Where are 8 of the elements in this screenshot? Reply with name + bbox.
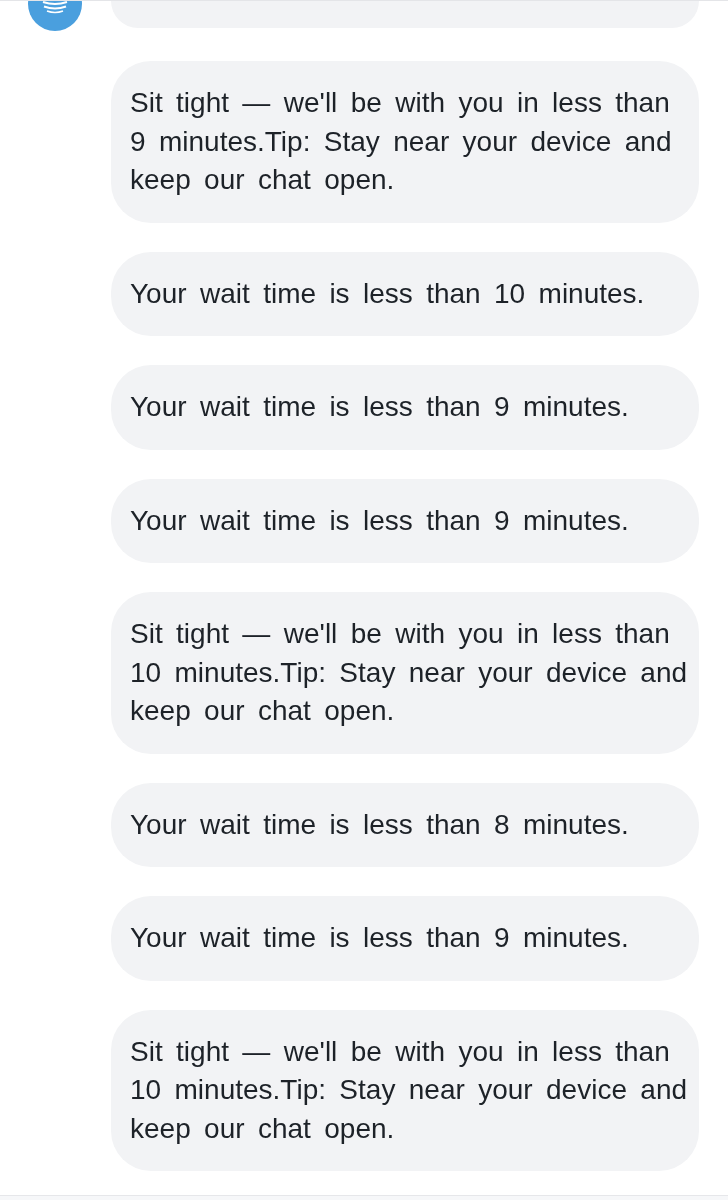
message-text: Sit tight — we'll be with you in less than 10 minutes.Tip: Stay near your device and keep our chat open. <box>130 1034 689 1146</box>
message-text: Your wait time is less than 10 minutes. <box>130 276 646 311</box>
message-text: Sit tight — we'll be with you in less than 10 minutes.Tip: Stay near your device and keep our chat open. <box>130 617 689 728</box>
message-text: Your wait time is less than 8 minutes. <box>130 807 630 842</box>
message-text: Your wait time is less than 9 minutes. <box>130 921 630 955</box>
message-text: Your wait time is less than 9 minutes. <box>130 390 630 424</box>
message-text: Your wait time is less than 9 minutes. <box>130 503 630 538</box>
message-text: Sit tight — we'll be with you in less than 9 minutes.Tip: Stay near your device and keep our chat open. <box>130 86 673 197</box>
